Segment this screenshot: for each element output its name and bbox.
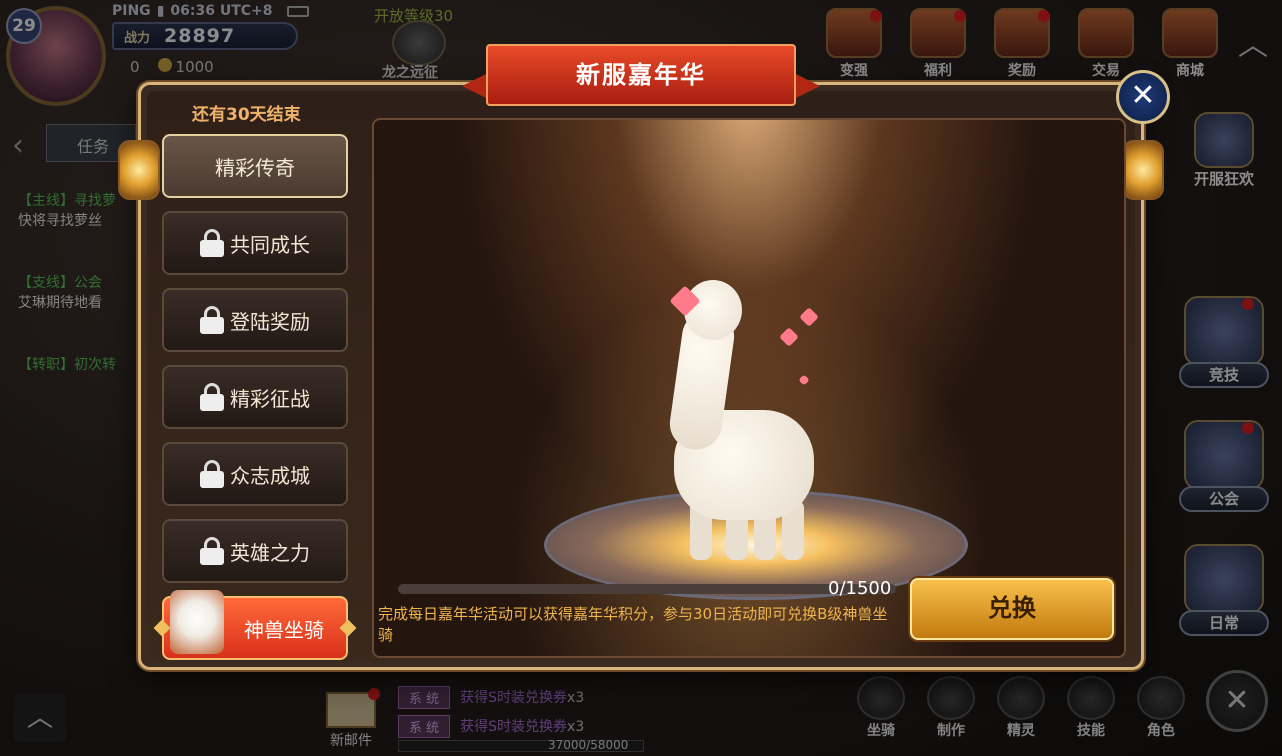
tab-label: 精彩征战 (230, 386, 310, 411)
lock-icon (200, 229, 224, 257)
lock-icon (200, 537, 224, 565)
lantern-icon (118, 140, 160, 200)
lock-icon (200, 306, 224, 334)
tab-label: 共同成长 (230, 232, 310, 257)
tab-wonderful-battle[interactable]: 精彩征战 (162, 365, 348, 429)
tab-label: 登陆奖励 (230, 309, 310, 334)
tab-grow-together[interactable]: 共同成长 (162, 211, 348, 275)
event-countdown: 还有30天结束 (192, 105, 301, 125)
heart-icon (799, 307, 819, 327)
tab-hero-power[interactable]: 英雄之力 (162, 519, 348, 583)
lock-icon (200, 460, 224, 488)
lock-icon (200, 383, 224, 411)
heart-icon (798, 374, 810, 386)
alpaca-thumbnail-icon (170, 590, 224, 654)
heart-icon (779, 327, 799, 347)
event-description: 完成每日嘉年华活动可以获得嘉年华积分，参与30日活动即可兑换B级神兽坐骑 (378, 605, 888, 644)
tab-label: 英雄之力 (230, 540, 310, 565)
mount-showcase (372, 118, 1126, 658)
panel-title-banner: 新服嘉年华 (486, 44, 796, 106)
tab-label: 精彩传奇 (215, 155, 295, 180)
lantern-icon (1122, 140, 1164, 200)
tab-divine-mount[interactable]: 神兽坐骑 (153, 590, 357, 660)
tab-login-reward[interactable]: 登陆奖励 (162, 288, 348, 352)
event-tab-list: 精彩传奇 共同成长 登陆奖励 精彩征战 众志成城 英雄之力 神兽坐骑 (153, 134, 357, 673)
tab-wonderful-legend[interactable]: 精彩传奇 (162, 134, 348, 198)
points-progress-bar (398, 584, 896, 594)
exchange-button[interactable]: 兑换 (910, 578, 1114, 640)
tab-label: 神兽坐骑 (244, 617, 324, 642)
points-progress-text: 0/1500 (828, 578, 892, 599)
tab-united-city[interactable]: 众志成城 (162, 442, 348, 506)
alpaca-mount (684, 280, 742, 340)
close-button[interactable]: ✕ (1116, 70, 1170, 124)
tab-label: 众志成城 (230, 463, 310, 488)
